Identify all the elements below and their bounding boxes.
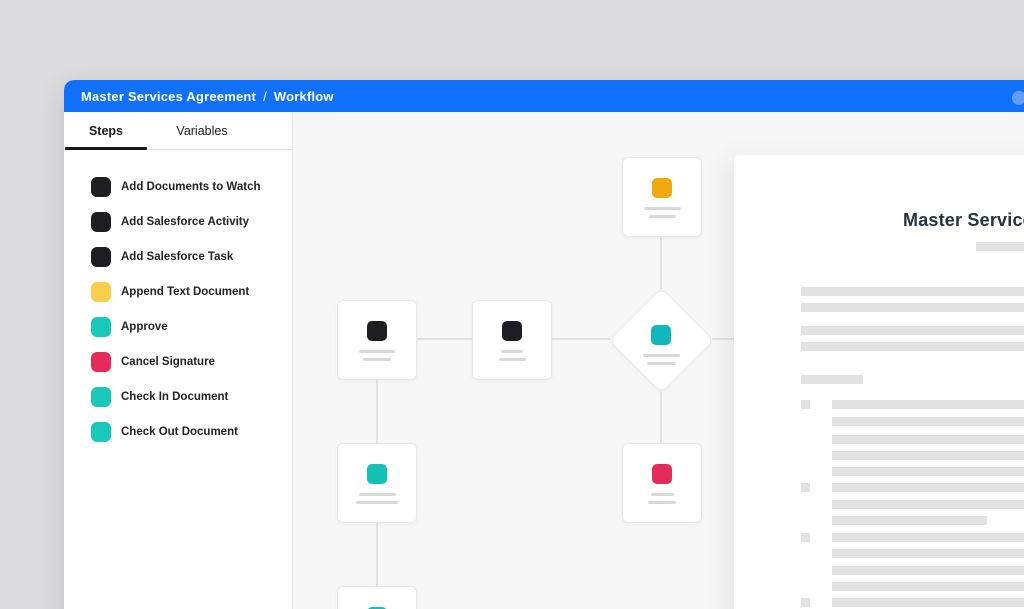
document-text-placeholder [832, 451, 1024, 460]
breadcrumb: Master Services Agreement / Workflow [81, 89, 334, 104]
document-text-placeholder [832, 417, 1024, 426]
document-preview-panel[interactable]: Master Services [734, 155, 1024, 609]
desktop-background: Master Services Agreement / Workflow Steps… [0, 0, 1024, 609]
step-type-icon [91, 282, 111, 302]
workflow-node-card[interactable] [622, 443, 702, 523]
step-item-label: Check In Document [121, 391, 228, 403]
document-text-placeholder [832, 533, 1024, 542]
document-text-placeholder [832, 467, 1024, 476]
step-type-icon [91, 352, 111, 372]
app-window: Master Services Agreement / Workflow Steps… [64, 80, 1024, 609]
step-list-item[interactable]: Add Documents to Watch [91, 177, 292, 197]
node-placeholder-line [359, 493, 396, 496]
document-text-placeholder [832, 400, 1024, 409]
connector-line [550, 338, 610, 340]
step-type-icon [91, 387, 111, 407]
step-type-icon [91, 212, 111, 232]
document-text-placeholder [976, 242, 1024, 251]
document-text-placeholder [801, 326, 1024, 335]
workflow-node-card[interactable] [337, 300, 417, 380]
step-type-icon [91, 422, 111, 442]
node-step-icon [652, 464, 672, 484]
document-bullet-placeholder [801, 598, 810, 607]
breadcrumb-current: Workflow [274, 89, 334, 104]
connector-line [376, 378, 378, 445]
document-text-placeholder [801, 303, 1024, 312]
workflow-node-diamond-content [621, 300, 701, 380]
step-item-label: Append Text Document [121, 286, 249, 298]
step-list-item[interactable]: Append Text Document [91, 282, 292, 302]
step-list-item[interactable]: Check In Document [91, 387, 292, 407]
step-type-icon [91, 317, 111, 337]
tab-steps[interactable]: Steps [64, 112, 148, 149]
node-placeholder-line [648, 501, 676, 504]
node-step-icon [502, 321, 522, 341]
app-header: Master Services Agreement / Workflow [64, 80, 1024, 112]
node-step-icon [652, 178, 672, 198]
node-placeholder-line [651, 493, 674, 496]
connector-line [660, 236, 662, 290]
node-placeholder-line [359, 350, 395, 353]
document-text-placeholder [801, 287, 1024, 296]
sidebar-tabbar: Steps Variables [64, 112, 292, 150]
step-type-icon [91, 177, 111, 197]
document-text-placeholder [832, 483, 1024, 492]
workflow-node-card[interactable] [472, 300, 552, 380]
step-list-item[interactable]: Add Salesforce Activity [91, 212, 292, 232]
step-item-label: Check Out Document [121, 426, 238, 438]
document-bullet-placeholder [801, 533, 810, 542]
workflow-node-card[interactable] [622, 157, 702, 237]
document-text-placeholder [832, 435, 1024, 444]
node-placeholder-line [363, 358, 391, 361]
node-step-icon [651, 325, 671, 345]
connector-line [376, 520, 378, 588]
tab-variables[interactable]: Variables [148, 112, 256, 149]
document-text-placeholder [832, 549, 1024, 558]
node-placeholder-line [643, 354, 680, 357]
breadcrumb-parent[interactable]: Master Services Agreement [81, 89, 256, 104]
document-text-placeholder [801, 375, 863, 384]
step-list: Add Documents to Watch Add Salesforce Act… [64, 150, 292, 442]
connector-line [416, 338, 474, 340]
steps-sidebar: Steps Variables Add Documents to WatchAd… [64, 112, 293, 609]
document-text-placeholder [801, 342, 1024, 351]
step-list-item[interactable]: Add Salesforce Task [91, 247, 292, 267]
document-text-placeholder [832, 598, 1024, 607]
node-placeholder-line [356, 501, 398, 504]
presence-dot-icon[interactable] [1012, 91, 1024, 105]
step-item-label: Add Salesforce Activity [121, 216, 249, 228]
connector-line [660, 392, 662, 445]
step-type-icon [91, 247, 111, 267]
step-item-label: Cancel Signature [121, 356, 215, 368]
step-list-item[interactable]: Check Out Document [91, 422, 292, 442]
node-placeholder-line [501, 350, 523, 353]
document-text-placeholder [832, 582, 1024, 591]
node-placeholder-line [649, 215, 676, 218]
node-step-icon [367, 464, 387, 484]
document-text-placeholder [832, 516, 987, 525]
step-item-label: Add Documents to Watch [121, 181, 261, 193]
workflow-node-card[interactable] [337, 443, 417, 523]
document-text-placeholder [832, 566, 1024, 575]
node-placeholder-line [499, 358, 526, 361]
document-text-placeholder [832, 500, 1024, 509]
document-bullet-placeholder [801, 400, 810, 409]
breadcrumb-separator: / [263, 89, 267, 104]
node-placeholder-line [647, 362, 676, 365]
step-item-label: Add Salesforce Task [121, 251, 233, 263]
document-title: Master Services [903, 210, 1024, 231]
workflow-node-card[interactable] [337, 586, 417, 609]
node-step-icon [367, 321, 387, 341]
document-bullet-placeholder [801, 483, 810, 492]
step-list-item[interactable]: Approve [91, 317, 292, 337]
step-item-label: Approve [121, 321, 168, 333]
node-placeholder-line [644, 207, 681, 210]
step-list-item[interactable]: Cancel Signature [91, 352, 292, 372]
